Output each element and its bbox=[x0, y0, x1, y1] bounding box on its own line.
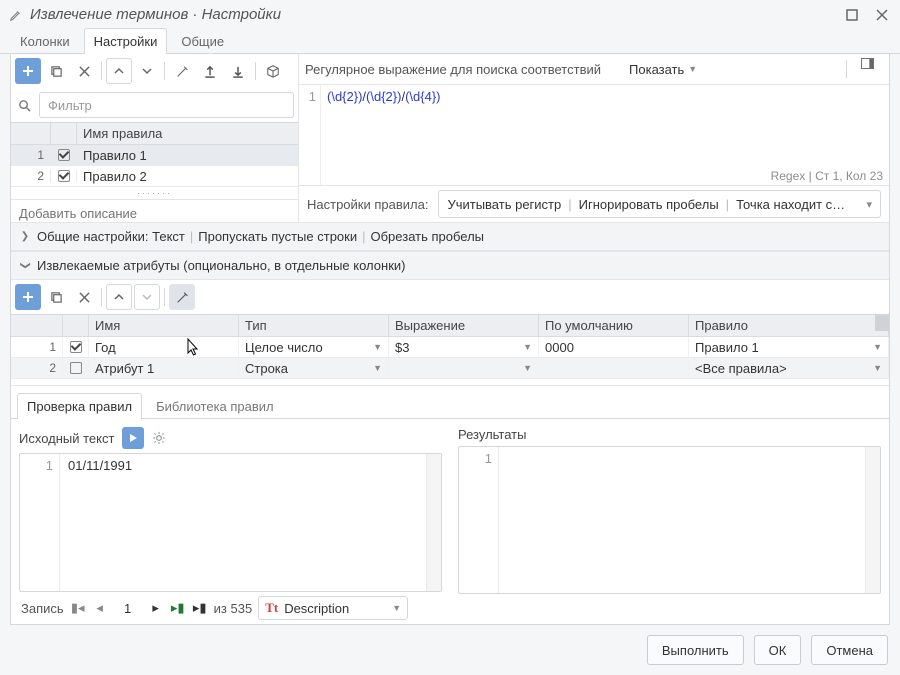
tab-settings[interactable]: Настройки bbox=[84, 28, 168, 54]
chevron-down-icon: ❯ bbox=[20, 260, 31, 272]
rule-checkbox[interactable] bbox=[58, 149, 70, 161]
pager-end-button[interactable]: ▸▮ bbox=[170, 600, 186, 616]
edit-attr-button[interactable] bbox=[169, 284, 195, 310]
copy-attr-button[interactable] bbox=[43, 284, 69, 310]
rule-description-input[interactable] bbox=[19, 206, 290, 221]
source-text-editor[interactable]: 1 01/11/1991 bbox=[19, 453, 442, 592]
tab-test-rules[interactable]: Проверка правил bbox=[17, 393, 142, 419]
copy-rule-button[interactable] bbox=[43, 58, 69, 84]
rules-filter-input[interactable] bbox=[39, 92, 294, 118]
attrs-table: Имя Тип Выражение По умолчанию Правило 1… bbox=[11, 314, 889, 379]
record-pager: Запись ▮◂ ◂ 1 ▸ ▸▮ ▸▮ из 535 TtDescripti… bbox=[19, 592, 442, 622]
rule-checkbox[interactable] bbox=[58, 170, 70, 182]
attrs-row[interactable]: 1 Год Целое число▼ $3▼ 0000 Правило 1▼ bbox=[11, 337, 889, 358]
attr-move-up-button[interactable] bbox=[106, 284, 132, 310]
regex-status: Regex | Ст 1, Кол 23 bbox=[771, 169, 883, 183]
main-tabs: Колонки Настройки Общие bbox=[0, 27, 900, 54]
wand-rule-button[interactable] bbox=[169, 58, 195, 84]
maximize-icon[interactable] bbox=[844, 7, 860, 23]
attrs-toolbar bbox=[11, 280, 889, 314]
regex-editor[interactable]: 1 (\d{2})/(\d{2})/(\d{4}) Regex | Ст 1, … bbox=[299, 85, 889, 185]
delete-attr-button[interactable] bbox=[71, 284, 97, 310]
title-bar: Извлечение терминов · Настройки bbox=[0, 0, 900, 27]
section-general-settings[interactable]: ❯ Общие настройки: Текст|Пропускать пуст… bbox=[11, 223, 889, 251]
import-button[interactable] bbox=[225, 58, 251, 84]
pager-field-select[interactable]: TtDescription▼ bbox=[258, 596, 408, 620]
delete-rule-button[interactable] bbox=[71, 58, 97, 84]
pager-prev-button[interactable]: ◂ bbox=[92, 600, 108, 616]
ok-button[interactable]: ОК bbox=[754, 635, 802, 665]
export-button[interactable] bbox=[197, 58, 223, 84]
rule-settings-select[interactable]: Учитывать регистр| Игнорировать пробелы|… bbox=[438, 190, 881, 218]
show-dropdown[interactable]: Показать▼ bbox=[629, 62, 697, 77]
section-extracted-attrs[interactable]: ❯ Извлекаемые атрибуты (опционально, в о… bbox=[11, 252, 889, 280]
pager-last-button[interactable]: ▸▮ bbox=[192, 600, 208, 616]
move-up-button[interactable] bbox=[106, 58, 132, 84]
attrs-row[interactable]: 2 Атрибут 1 Строка▼ ▼ <Все правила>▼ bbox=[11, 358, 889, 379]
pager-next-button[interactable]: ▸ bbox=[148, 600, 164, 616]
close-icon[interactable] bbox=[874, 7, 890, 23]
scrollbar[interactable] bbox=[865, 447, 880, 593]
scrollbar-thumb[interactable] bbox=[875, 315, 889, 331]
tab-rules-library[interactable]: Библиотека правил bbox=[146, 393, 284, 419]
rules-row[interactable]: 2 Правило 2 bbox=[11, 166, 298, 187]
tab-columns[interactable]: Колонки bbox=[10, 28, 80, 54]
window-title: Извлечение терминов · Настройки bbox=[30, 6, 281, 23]
add-attr-button[interactable] bbox=[15, 284, 41, 310]
table-resize-grip[interactable]: ······· bbox=[11, 187, 298, 199]
attr-checkbox[interactable] bbox=[70, 341, 82, 353]
dialog-footer: Выполнить ОК Отмена bbox=[0, 625, 900, 675]
run-test-button[interactable] bbox=[122, 427, 144, 449]
search-icon bbox=[15, 99, 33, 112]
pencil-icon bbox=[8, 7, 24, 23]
move-down-button[interactable] bbox=[134, 58, 160, 84]
chevron-right-icon: ❯ bbox=[19, 231, 31, 242]
source-text-label: Исходный текст bbox=[19, 431, 114, 446]
attr-move-down-button[interactable] bbox=[134, 284, 160, 310]
rules-toolbar bbox=[11, 54, 298, 88]
pager-first-button[interactable]: ▮◂ bbox=[70, 600, 86, 616]
results-label: Результаты bbox=[458, 427, 526, 442]
panel-toggle-button[interactable] bbox=[861, 58, 883, 80]
add-rule-button[interactable] bbox=[15, 58, 41, 84]
rules-row[interactable]: 1 Правило 1 bbox=[11, 145, 298, 166]
tab-general[interactable]: Общие bbox=[171, 28, 234, 54]
rule-settings-label: Настройки правила: bbox=[307, 197, 428, 212]
results-editor[interactable]: 1 bbox=[458, 446, 881, 594]
pager-number[interactable]: 1 bbox=[114, 601, 142, 616]
regex-header: Регулярное выражение для поиска соответс… bbox=[299, 54, 889, 85]
package-button[interactable] bbox=[260, 58, 286, 84]
regex-label: Регулярное выражение для поиска соответс… bbox=[305, 62, 601, 77]
rules-table: Имя правила 1 Правило 1 2 Правило 2 ····… bbox=[11, 122, 298, 199]
test-tabs: Проверка правил Библиотека правил bbox=[11, 385, 889, 419]
scrollbar[interactable] bbox=[426, 454, 441, 591]
test-settings-button[interactable] bbox=[152, 431, 166, 445]
attr-checkbox[interactable] bbox=[70, 362, 82, 374]
rules-header-name: Имя правила bbox=[77, 123, 298, 144]
cancel-button[interactable]: Отмена bbox=[811, 635, 888, 665]
execute-button[interactable]: Выполнить bbox=[647, 635, 744, 665]
